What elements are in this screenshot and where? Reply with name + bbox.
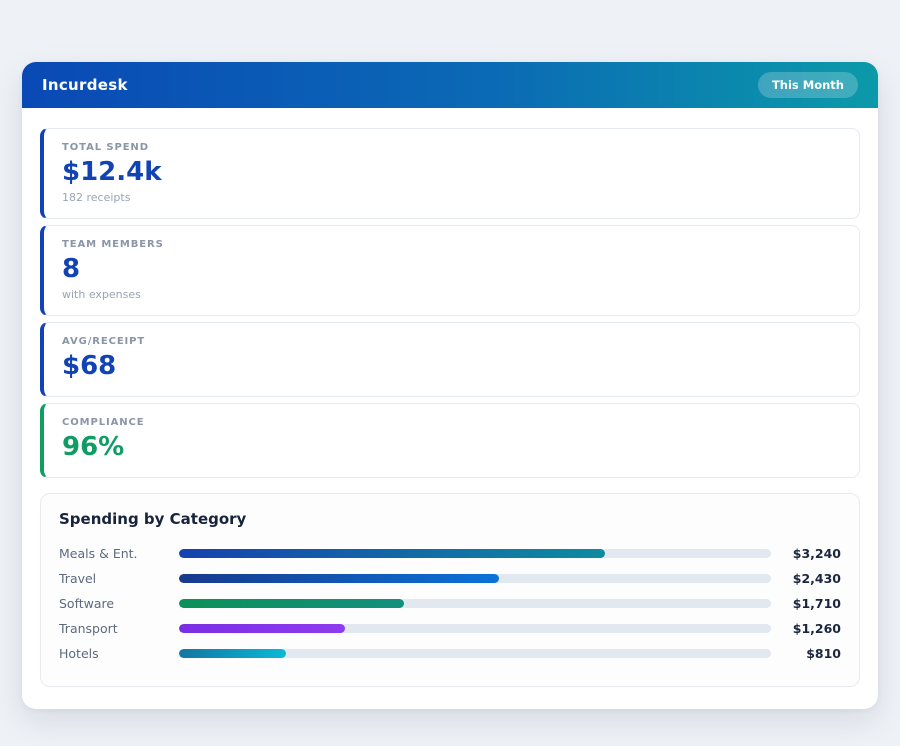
stat-card-team-members: TEAM MEMBERS 8 with expenses — [40, 225, 860, 316]
dashboard-card: Incurdesk This Month TOTAL SPEND $12.4k … — [22, 62, 878, 709]
chart-category-label: Meals & Ent. — [59, 546, 179, 561]
chart-bar-fill — [179, 599, 404, 608]
chart-bar-fill — [179, 649, 286, 658]
app-header: Incurdesk This Month — [22, 62, 878, 108]
stat-card-total-spend: TOTAL SPEND $12.4k 182 receipts — [40, 128, 860, 219]
stat-value: $12.4k — [62, 158, 841, 188]
stat-label: TOTAL SPEND — [62, 142, 841, 153]
chart-category-label: Hotels — [59, 646, 179, 661]
app-title: Incurdesk — [42, 76, 128, 94]
chart-bar-track — [179, 549, 771, 558]
chart-value-label: $1,260 — [771, 621, 841, 636]
stat-card-avg-receipt: AVG/RECEIPT $68 — [40, 322, 860, 397]
chart-row: Software $1,710 — [59, 591, 841, 616]
chart-row: Transport $1,260 — [59, 616, 841, 641]
page-background: { "header": { "title": "Incurdesk", "bad… — [0, 0, 900, 746]
chart-bar-fill — [179, 624, 345, 633]
stat-sublabel: with expenses — [62, 288, 841, 301]
stat-value: $68 — [62, 352, 841, 382]
stat-value: 96% — [62, 433, 841, 463]
stat-value: 8 — [62, 255, 841, 285]
chart-row: Meals & Ent. $3,240 — [59, 541, 841, 566]
chart-rows: Meals & Ent. $3,240 Travel $2,430 Softwa… — [59, 541, 841, 666]
chart-bar-track — [179, 574, 771, 583]
dashboard-body: TOTAL SPEND $12.4k 182 receipts TEAM MEM… — [22, 108, 878, 709]
stats-list: TOTAL SPEND $12.4k 182 receipts TEAM MEM… — [40, 128, 860, 478]
chart-value-label: $810 — [771, 646, 841, 661]
stat-label: TEAM MEMBERS — [62, 239, 841, 250]
stat-label: AVG/RECEIPT — [62, 336, 841, 347]
chart-value-label: $1,710 — [771, 596, 841, 611]
chart-category-label: Travel — [59, 571, 179, 586]
stat-sublabel: 182 receipts — [62, 191, 841, 204]
chart-title: Spending by Category — [59, 510, 841, 528]
chart-value-label: $3,240 — [771, 546, 841, 561]
chart-row: Travel $2,430 — [59, 566, 841, 591]
chart-row: Hotels $810 — [59, 641, 841, 666]
period-badge[interactable]: This Month — [758, 72, 858, 98]
chart-bar-fill — [179, 574, 499, 583]
chart-category-label: Software — [59, 596, 179, 611]
chart-bar-track — [179, 624, 771, 633]
stat-card-compliance: COMPLIANCE 96% — [40, 403, 860, 478]
stat-label: COMPLIANCE — [62, 417, 841, 428]
chart-bar-track — [179, 649, 771, 658]
chart-bar-track — [179, 599, 771, 608]
spending-chart-card: Spending by Category Meals & Ent. $3,240… — [40, 493, 860, 687]
chart-bar-fill — [179, 549, 605, 558]
chart-value-label: $2,430 — [771, 571, 841, 586]
chart-category-label: Transport — [59, 621, 179, 636]
